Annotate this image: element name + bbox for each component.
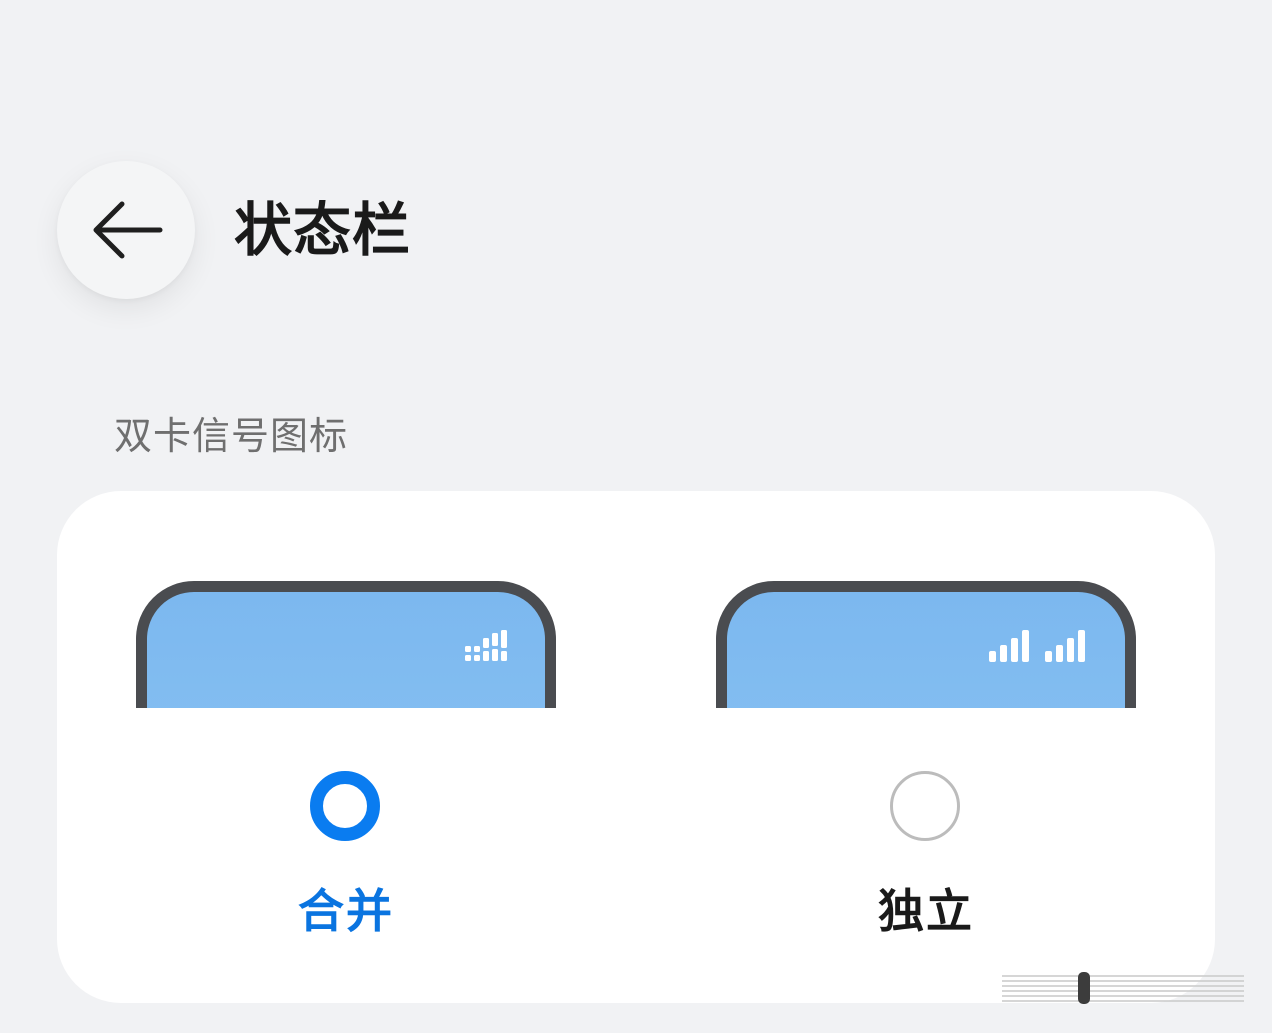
merged-dual-signal-icon [465,630,507,661]
separate-dual-signal-icon [989,630,1085,662]
option-merged[interactable]: 合并 [136,491,556,1003]
page-title: 状态栏 [234,196,412,264]
dual-sim-signal-card: 合并 独立 [57,491,1215,1003]
radio-merged-checked[interactable] [310,771,380,841]
arrow-left-icon [93,201,163,259]
phone-frame [136,581,556,708]
option-label-merged: 合并 [298,884,394,938]
phone-preview-merged [136,581,556,708]
back-button[interactable] [57,161,195,299]
phone-frame [716,581,1136,708]
section-label-dual-sim-signal: 双卡信号图标 [114,414,349,458]
option-separate[interactable]: 独立 [716,491,1136,1003]
phone-preview-separate [716,581,1136,708]
home-indicator [1000,970,1246,1006]
option-label-separate: 独立 [878,884,974,938]
radio-separate-unchecked[interactable] [890,771,960,841]
